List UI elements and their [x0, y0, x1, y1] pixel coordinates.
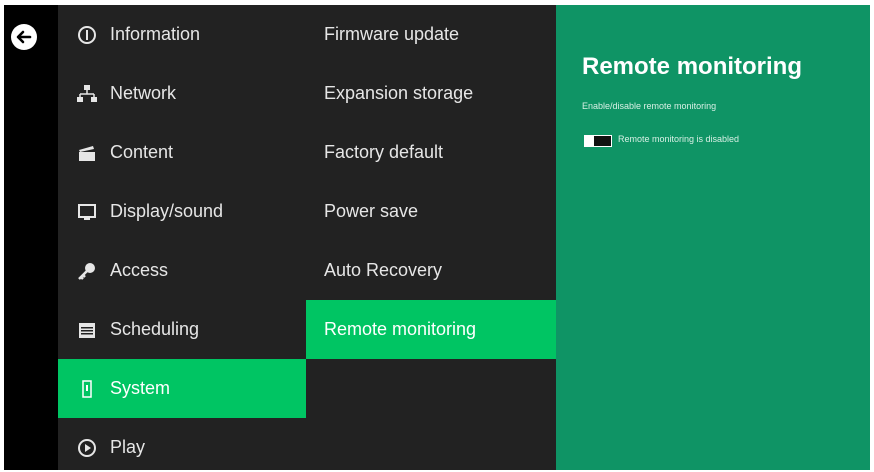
- menu-item-network[interactable]: Network: [58, 64, 306, 123]
- app-screen: Information Network Content Display/soun…: [4, 5, 870, 470]
- system-icon: [76, 378, 98, 400]
- menu-item-label: Network: [110, 83, 177, 103]
- info-icon: [76, 24, 98, 46]
- calendar-icon: [76, 319, 98, 341]
- key-icon: [76, 260, 98, 282]
- back-arrow-icon: [16, 30, 32, 44]
- menu-item-label: System: [110, 378, 171, 398]
- submenu-item-remote-monitoring[interactable]: Remote monitoring: [306, 300, 556, 359]
- settings-panel: Remote monitoring Enable/disable remote …: [556, 5, 870, 470]
- submenu-item-label: Firmware update: [324, 24, 460, 44]
- toggle-label: Remote monitoring is disabled: [618, 134, 740, 144]
- menu-item-system[interactable]: System: [58, 359, 306, 418]
- menu-item-label: Content: [110, 142, 174, 162]
- menu-item-access[interactable]: Access: [58, 241, 306, 300]
- submenu-item-power-save[interactable]: Power save: [306, 182, 556, 241]
- submenu-item-label: Expansion storage: [324, 83, 474, 103]
- remote-monitoring-toggle[interactable]: [584, 135, 612, 147]
- submenu-item-firmware-update[interactable]: Firmware update: [306, 5, 556, 64]
- menu-item-label: Information: [110, 24, 201, 44]
- menu-item-content[interactable]: Content: [58, 123, 306, 182]
- play-icon: [76, 437, 98, 459]
- menu-item-label: Play: [110, 437, 146, 457]
- network-icon: [76, 83, 98, 105]
- submenu-item-label: Power save: [324, 201, 419, 221]
- content-icon: [76, 142, 98, 164]
- menu-item-scheduling[interactable]: Scheduling: [58, 300, 306, 359]
- menu-item-play[interactable]: Play: [58, 418, 306, 470]
- menu-item-label: Display/sound: [110, 201, 224, 221]
- back-bar: [4, 5, 58, 470]
- back-button[interactable]: [11, 24, 37, 50]
- menu-item-information[interactable]: Information: [58, 5, 306, 64]
- submenu-item-label: Factory default: [324, 142, 444, 162]
- submenu-item-factory-default[interactable]: Factory default: [306, 123, 556, 182]
- toggle-knob: [585, 136, 594, 146]
- menu-item-display-sound[interactable]: Display/sound: [58, 182, 306, 241]
- submenu-item-label: Remote monitoring: [324, 319, 477, 339]
- submenu-item-label: Auto Recovery: [324, 260, 443, 280]
- menu-item-label: Access: [110, 260, 169, 280]
- main-menu: Information Network Content Display/soun…: [58, 5, 306, 470]
- panel-title: Remote monitoring: [582, 53, 802, 80]
- panel-description: Enable/disable remote monitoring: [582, 101, 717, 111]
- display-icon: [76, 201, 98, 223]
- menu-item-label: Scheduling: [110, 319, 200, 339]
- submenu-item-expansion-storage[interactable]: Expansion storage: [306, 64, 556, 123]
- submenu: Firmware update Expansion storage Factor…: [306, 5, 556, 470]
- submenu-item-auto-recovery[interactable]: Auto Recovery: [306, 241, 556, 300]
